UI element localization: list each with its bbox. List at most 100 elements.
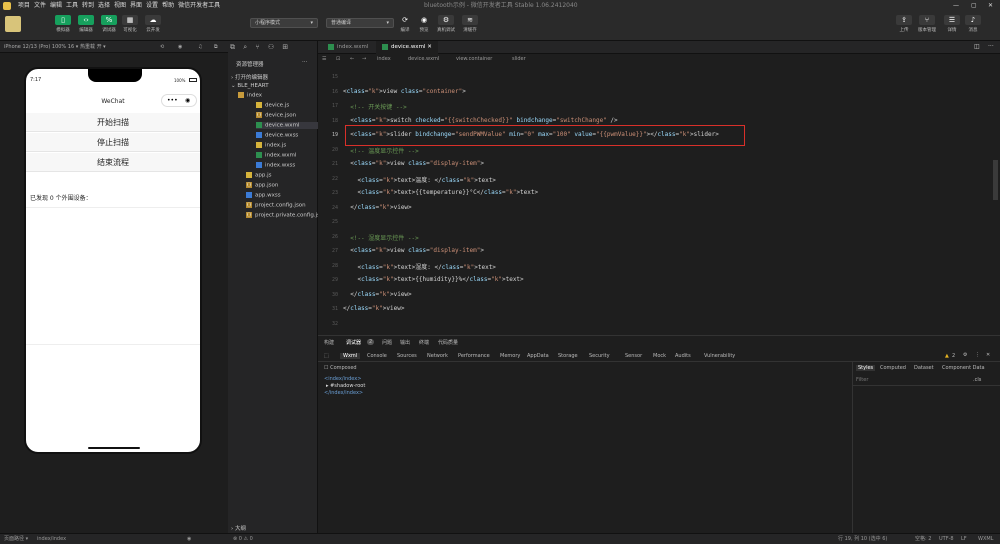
end-flow-button[interactable]: 结束流程	[26, 153, 200, 172]
devtools-tab[interactable]: Wxml	[340, 353, 361, 359]
start-scan-button[interactable]: 开始扫描	[26, 113, 200, 132]
menu-item[interactable]: 界面	[128, 0, 144, 12]
menu-item[interactable]: 微信开发者工具	[176, 0, 222, 12]
debugger-button[interactable]: % 调试器	[98, 15, 120, 33]
styles-side-tab[interactable]: Component Data	[942, 365, 985, 371]
menu-item[interactable]: 工具	[64, 0, 80, 12]
clear-cache-button[interactable]: ≋ 清缓存	[458, 15, 482, 33]
tab-index-wxml[interactable]: index.wxml	[322, 41, 374, 54]
sound-icon[interactable]: ♫	[198, 41, 202, 53]
wxml-tree-line[interactable]: </index/index>	[324, 390, 363, 396]
styles-side-tab[interactable]: Computed	[880, 365, 906, 371]
file-item[interactable]: {} project.config.json	[246, 202, 306, 209]
cloud-button[interactable]: ☁ 云开发	[142, 15, 164, 33]
hotreload-select[interactable]: 热重载 开 ▾	[80, 41, 106, 53]
problems-count[interactable]: ⊗ 0 ⚠ 0	[233, 534, 253, 544]
tab-device-wxml[interactable]: device.wxml ✕	[376, 41, 438, 54]
menu-item[interactable]: 项目	[16, 0, 32, 12]
capsule-button[interactable]: ••• ◉	[161, 94, 197, 107]
detach-icon[interactable]: ⧉	[214, 41, 218, 53]
menu-item[interactable]: 转到	[80, 0, 96, 12]
styles-side-tab[interactable]: Styles	[856, 365, 876, 371]
close-icon[interactable]: ✕	[988, 0, 993, 12]
devtools-top-tab[interactable]: 终端	[419, 339, 429, 346]
search-icon[interactable]: ⌕	[243, 43, 247, 51]
code-line[interactable]: <!-- 湿度显示控件 -->	[343, 233, 419, 242]
upload-button[interactable]: ⇪ 上传	[893, 15, 915, 33]
devtools-top-tab[interactable]: 调试器	[346, 339, 361, 346]
back-arrow-icon[interactable]: ←	[350, 54, 354, 65]
code-line[interactable]: <!-- 开关按键 -->	[343, 102, 407, 111]
stop-scan-button[interactable]: 停止扫描	[26, 133, 200, 152]
page-path[interactable]: index/index	[37, 534, 66, 544]
outline-section[interactable]: › 大纲	[231, 524, 246, 532]
editor-scrollbar[interactable]	[993, 160, 998, 200]
visual-button[interactable]: ▦ 可视化	[119, 15, 141, 33]
project-section[interactable]: ⌄ BLE_HEART	[231, 83, 269, 89]
more-icon[interactable]: ···	[988, 43, 994, 50]
breadcrumb-item[interactable]: index	[377, 54, 391, 65]
preview-button[interactable]: ◉ 预览	[414, 15, 434, 33]
minimize-icon[interactable]: —	[953, 0, 959, 12]
rotate-icon[interactable]: ⟲	[160, 41, 164, 53]
file-item[interactable]: device.wxml	[256, 122, 318, 129]
bookmark-icon[interactable]: ⊡	[336, 54, 340, 65]
compile-button[interactable]: ⟳ 编译	[395, 15, 415, 33]
file-item[interactable]: {} app.json	[246, 182, 278, 189]
devtools-top-tab[interactable]: 构建	[324, 339, 334, 346]
code-line[interactable]: <class="k">view class="container">	[343, 88, 466, 95]
code-line[interactable]: <class="k">text>温度: </class="k">text>	[343, 175, 496, 184]
breadcrumb-item[interactable]: view.container	[456, 54, 492, 65]
devtools-tab[interactable]: Memory	[500, 353, 520, 359]
devtools-top-tab[interactable]: 代码质量	[438, 339, 458, 346]
folder-item[interactable]: index	[238, 92, 262, 99]
version-button[interactable]: ⑂ 版本管理	[914, 15, 940, 33]
devtools-tab[interactable]: AppData	[527, 353, 549, 359]
file-item[interactable]: index.js	[256, 142, 286, 149]
file-item[interactable]: index.wxss	[256, 162, 295, 169]
avatar[interactable]	[5, 16, 21, 32]
devtools-tab[interactable]: Vulnerability	[704, 353, 735, 359]
composed-checkbox[interactable]: ☐ Composed	[324, 365, 357, 371]
inspect-icon[interactable]: ⬚	[324, 353, 329, 359]
file-item[interactable]: app.js	[246, 172, 272, 179]
close-tab-icon[interactable]: ✕	[427, 44, 432, 50]
debug-run-icon[interactable]: ⚇	[268, 43, 274, 51]
indent-setting[interactable]: 空格: 2	[915, 534, 931, 544]
file-item[interactable]: device.js	[256, 102, 289, 109]
menu-item[interactable]: 帮助	[160, 0, 176, 12]
menu-item[interactable]: 文件	[32, 0, 48, 12]
extensions-icon[interactable]: ⊞	[282, 43, 288, 51]
file-item[interactable]: device.wxss	[256, 132, 298, 139]
cls-toggle[interactable]: .cls	[973, 377, 981, 383]
editor-button[interactable]: ‹› 编辑器	[75, 15, 97, 33]
language-mode[interactable]: WXML	[978, 534, 993, 544]
file-item[interactable]: app.wxss	[246, 192, 281, 199]
devtools-tab[interactable]: Mock	[653, 353, 666, 359]
close-target-icon[interactable]: ◉	[185, 95, 190, 106]
mode-select[interactable]: 小程序模式 ▾	[250, 18, 318, 28]
real-debug-button[interactable]: ⚙ 真机调试	[433, 15, 459, 33]
files-icon[interactable]: ⧉	[230, 43, 235, 51]
devtools-tab[interactable]: Sources	[397, 353, 417, 359]
devtools-tab[interactable]: Network	[427, 353, 448, 359]
simulator-button[interactable]: ▯ 模拟器	[52, 15, 74, 33]
breadcrumb-item[interactable]: slider	[512, 54, 526, 65]
wxml-tree-line[interactable]: ▸ #shadow-root	[326, 383, 365, 389]
devtools-tab[interactable]: Audits	[675, 353, 691, 359]
code-line[interactable]: </class="k">view>	[343, 291, 411, 298]
devtools-tab[interactable]: Sensor	[625, 353, 642, 359]
more-icon[interactable]: •••	[167, 95, 178, 106]
file-item[interactable]: {} device.json	[256, 112, 296, 119]
eol[interactable]: LF	[961, 534, 967, 544]
close-devtools-icon[interactable]: ✕	[986, 352, 990, 358]
settings-icon[interactable]: ⚙	[963, 352, 967, 358]
details-button[interactable]: ☰ 详情	[941, 15, 963, 33]
eye-icon[interactable]: ◉	[187, 534, 191, 544]
compile-select[interactable]: 普通编译 ▾	[326, 18, 394, 28]
menu-item[interactable]: 编辑	[48, 0, 64, 12]
devtools-top-tab[interactable]: 输出	[400, 339, 410, 346]
page-path-select[interactable]: 页面路径 ▾	[4, 534, 28, 544]
git-icon[interactable]: ⑂	[255, 43, 259, 51]
breadcrumb-item[interactable]: device.wxml	[408, 54, 439, 65]
